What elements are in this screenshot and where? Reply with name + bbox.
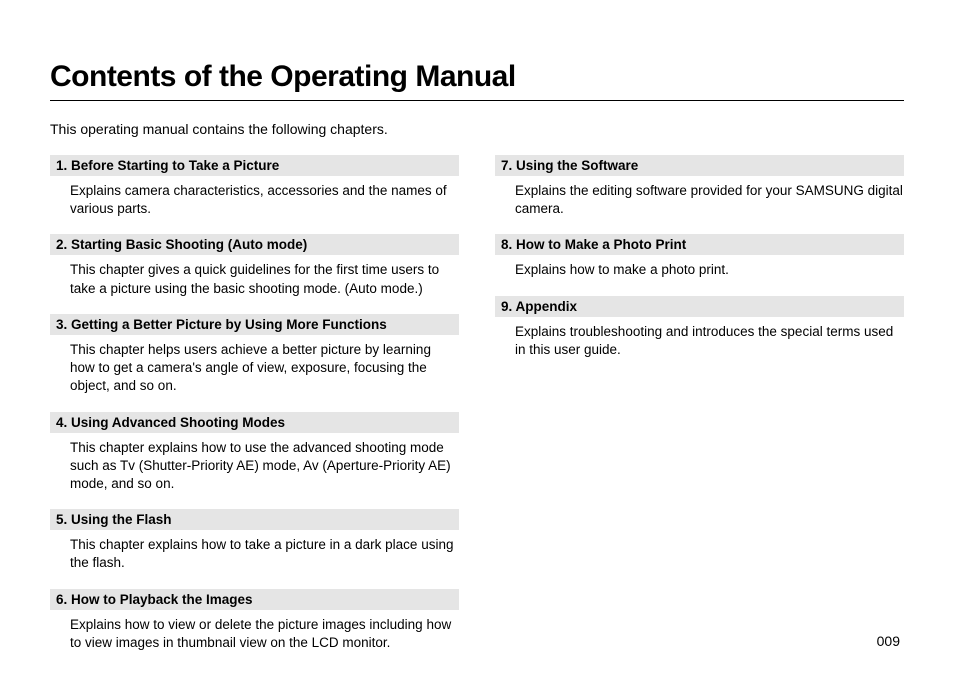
toc-section-body: Explains troubleshooting and introduces … <box>495 317 904 359</box>
toc-section-header: 8. How to Make a Photo Print <box>495 234 904 255</box>
page-number: 009 <box>877 633 900 649</box>
toc-section: 8. How to Make a Photo Print Explains ho… <box>495 234 904 279</box>
toc-section: 6. How to Playback the Images Explains h… <box>50 589 459 652</box>
toc-section: 9. Appendix Explains troubleshooting and… <box>495 296 904 359</box>
toc-section-header: 3. Getting a Better Picture by Using Mor… <box>50 314 459 335</box>
content-columns: 1. Before Starting to Take a Picture Exp… <box>50 155 904 668</box>
toc-section-header: 4. Using Advanced Shooting Modes <box>50 412 459 433</box>
toc-section-body: This chapter explains how to take a pict… <box>50 530 459 572</box>
toc-section-body: This chapter gives a quick guidelines fo… <box>50 255 459 297</box>
toc-section: 5. Using the Flash This chapter explains… <box>50 509 459 572</box>
toc-section-body: This chapter explains how to use the adv… <box>50 433 459 494</box>
toc-section-body: This chapter helps users achieve a bette… <box>50 335 459 396</box>
left-column: 1. Before Starting to Take a Picture Exp… <box>50 155 459 668</box>
toc-section: 2. Starting Basic Shooting (Auto mode) T… <box>50 234 459 297</box>
document-page: Contents of the Operating Manual This op… <box>0 0 954 679</box>
toc-section-body: Explains camera characteristics, accesso… <box>50 176 459 218</box>
toc-section-body: Explains how to make a photo print. <box>495 255 904 279</box>
title-rule <box>50 100 904 101</box>
toc-section-header: 9. Appendix <box>495 296 904 317</box>
page-title: Contents of the Operating Manual <box>50 60 904 94</box>
toc-section-header: 6. How to Playback the Images <box>50 589 459 610</box>
toc-section: 4. Using Advanced Shooting Modes This ch… <box>50 412 459 494</box>
toc-section-header: 2. Starting Basic Shooting (Auto mode) <box>50 234 459 255</box>
toc-section-header: 7. Using the Software <box>495 155 904 176</box>
toc-section-body: Explains how to view or delete the pictu… <box>50 610 459 652</box>
toc-section: 3. Getting a Better Picture by Using Mor… <box>50 314 459 396</box>
toc-section: 1. Before Starting to Take a Picture Exp… <box>50 155 459 218</box>
intro-text: This operating manual contains the follo… <box>50 121 904 137</box>
toc-section-body: Explains the editing software provided f… <box>495 176 904 218</box>
toc-section: 7. Using the Software Explains the editi… <box>495 155 904 218</box>
toc-section-header: 1. Before Starting to Take a Picture <box>50 155 459 176</box>
toc-section-header: 5. Using the Flash <box>50 509 459 530</box>
right-column: 7. Using the Software Explains the editi… <box>495 155 904 668</box>
